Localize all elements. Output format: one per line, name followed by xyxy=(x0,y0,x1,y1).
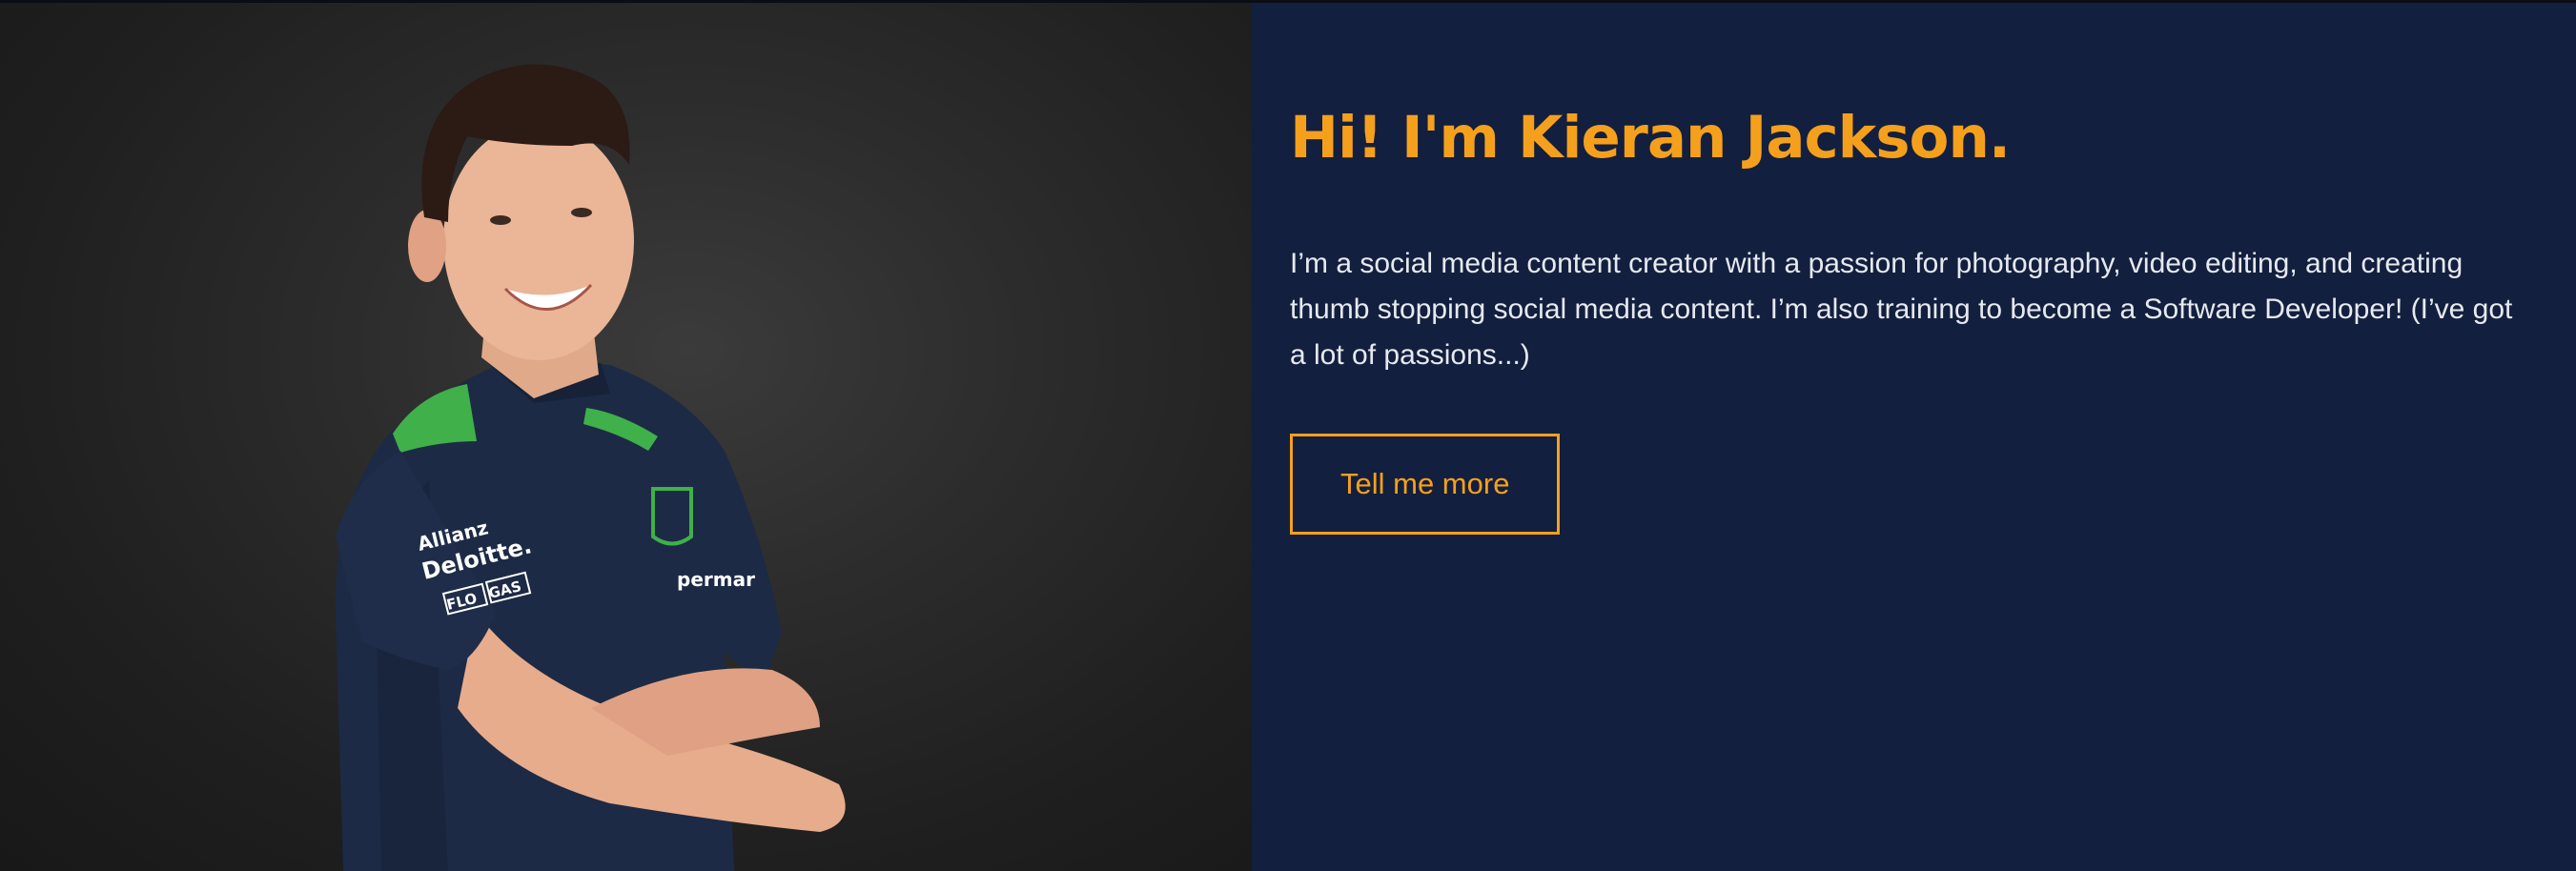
hero-section: Allianz Deloitte. FLO GAS permar Hi! I'm… xyxy=(0,0,2576,871)
intro-paragraph: I’m a social media content creator with … xyxy=(1290,248,2513,372)
portrait-illustration: Allianz Deloitte. FLO GAS permar xyxy=(335,64,846,871)
page-title: Hi! I'm Kieran Jackson. xyxy=(1290,104,2011,172)
intro-panel: Hi! I'm Kieran Jackson. I’m a social med… xyxy=(1252,3,2576,871)
svg-text:permar: permar xyxy=(677,568,755,591)
profile-photo: Allianz Deloitte. FLO GAS permar xyxy=(0,3,1252,871)
tell-me-more-button[interactable]: Tell me more xyxy=(1290,434,1561,536)
